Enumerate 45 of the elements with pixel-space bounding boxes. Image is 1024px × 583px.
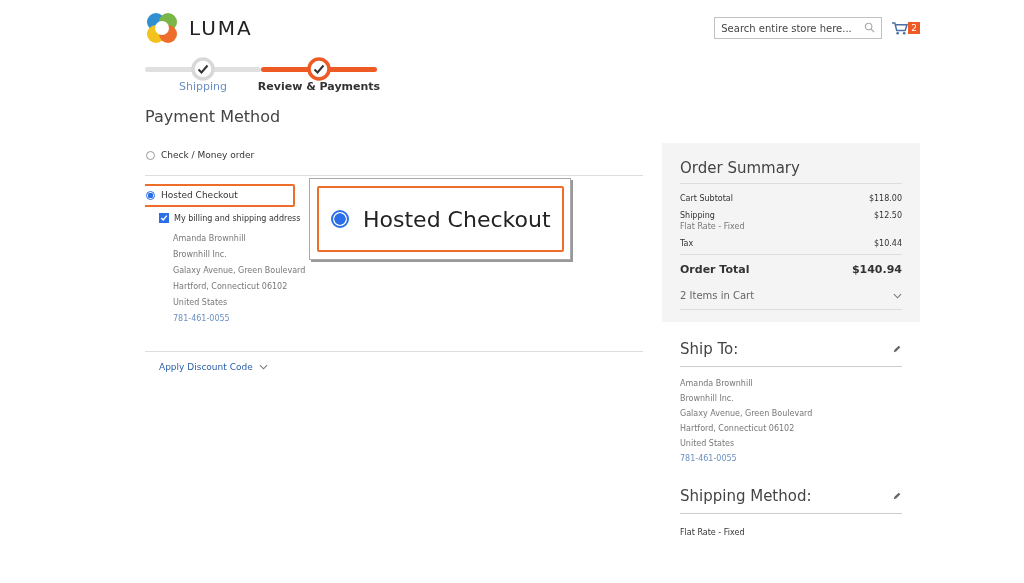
checkbox-option[interactable]: My billing and shipping address <box>159 213 301 223</box>
address-line: United States <box>680 439 735 448</box>
block-title: Ship To: <box>680 340 739 358</box>
cart-count: 2 <box>908 22 920 34</box>
payment-option[interactable]: Hosted Checkout <box>145 184 295 207</box>
address-line: Hartford, Connecticut 06102 <box>680 424 795 433</box>
address-line: Amanda Brownhill <box>680 379 753 388</box>
summary-label: Tax <box>680 239 694 248</box>
address-line: Brownhill Inc. <box>173 250 227 259</box>
edit-icon[interactable] <box>892 491 902 501</box>
total-label: Order Total <box>680 263 750 276</box>
items-toggle[interactable]: 2 Items in Cart <box>680 290 755 301</box>
summary-value: $118.00 <box>868 194 902 203</box>
summary-title: Order Summary <box>680 159 902 184</box>
payment-option[interactable]: Check / Money order <box>145 144 312 167</box>
address-line: Brownhill Inc. <box>680 394 734 403</box>
summary-label: Cart Subtotal <box>680 194 733 203</box>
phone-link[interactable]: 781-461-0055 <box>680 454 737 463</box>
step-label: Review & Payments <box>257 80 381 93</box>
summary-value: $10.44 <box>874 239 902 248</box>
radio-button[interactable] <box>146 190 155 200</box>
address-line: Galaxy Avenue, Green Boulevard <box>680 409 813 418</box>
logo-text[interactable]: LUMA <box>189 16 253 40</box>
shipping-method-value: Flat Rate - Fixed <box>680 527 746 537</box>
callout-label: Hosted Checkout <box>363 206 551 232</box>
address-line: Amanda Brownhill <box>173 234 246 243</box>
radio-button[interactable] <box>146 150 155 160</box>
summary-value: $12.50 <box>874 211 902 222</box>
phone-link[interactable]: 781-461-0055 <box>173 314 230 323</box>
edit-icon[interactable] <box>892 344 902 354</box>
block-title: Shipping Method: <box>680 487 812 505</box>
chevron-down-icon[interactable] <box>258 364 268 370</box>
discount-link[interactable]: Apply Discount Code <box>159 362 253 372</box>
search-field[interactable]: Search entire store here... <box>714 17 883 39</box>
address-line: Hartford, Connecticut 06102 <box>173 282 288 291</box>
checkbox[interactable] <box>159 213 169 223</box>
chevron-down-icon[interactable] <box>893 292 902 299</box>
logo-icon[interactable] <box>145 11 179 45</box>
summary-note: Flat Rate - Fixed <box>680 222 745 231</box>
section-title: Payment Method <box>145 107 282 126</box>
total-value: $140.94 <box>851 263 902 276</box>
cart-icon[interactable] <box>891 20 909 36</box>
address-line: Galaxy Avenue, Green Boulevard <box>173 266 306 275</box>
summary-label: Shipping <box>680 211 716 220</box>
address-line: United States <box>173 298 228 307</box>
